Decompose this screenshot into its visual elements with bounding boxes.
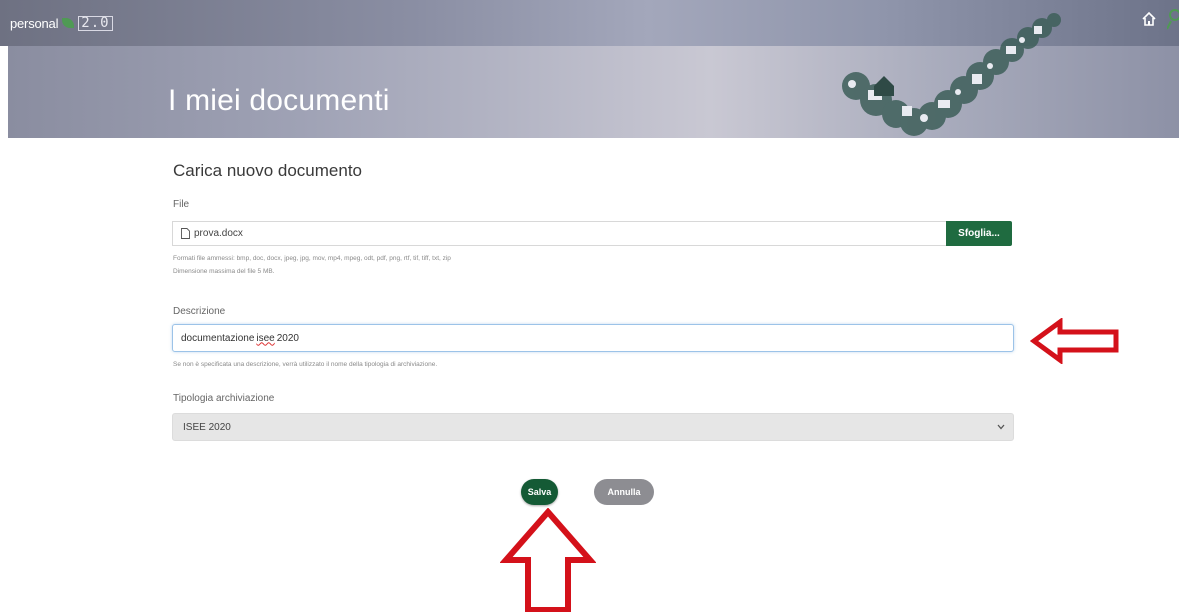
annotation-arrow-up-icon (500, 508, 596, 612)
browse-button[interactable]: Sfoglia... (946, 221, 1012, 246)
file-input[interactable]: prova.docx (172, 221, 946, 246)
save-button[interactable]: Salva (521, 479, 558, 505)
archive-type-select[interactable]: ISEE 2020 (172, 413, 1014, 441)
annotation-arrow-left-icon (1030, 318, 1119, 364)
description-misspelled-word: isee (256, 332, 275, 344)
description-input[interactable]: documentazione isee 2020 (172, 324, 1014, 352)
checkmark-collage-illustration (842, 13, 1061, 136)
file-size-help: Dimensione massima del file 5 MB. (173, 268, 275, 275)
brand-logo[interactable]: personal 2.0 (10, 14, 113, 32)
brand-version: 2.0 (78, 15, 113, 31)
form-title: Carica nuovo documento (173, 161, 363, 180)
file-label: File (173, 199, 190, 210)
file-name: prova.docx (194, 228, 243, 239)
leaf-icon (62, 18, 75, 28)
cancel-button[interactable]: Annulla (594, 479, 654, 505)
description-text-end: 2020 (276, 332, 299, 344)
page-title: I miei documenti (168, 84, 390, 117)
archive-type-selected: ISEE 2020 (183, 421, 231, 433)
chevron-down-icon (997, 424, 1005, 430)
description-help: Se non è specificata una descrizione, ve… (173, 361, 438, 368)
page-hero: I miei documenti (8, 13, 1179, 138)
description-text-start: documentazione (181, 332, 255, 344)
brand-name: personal (10, 15, 59, 31)
file-formats-help: Formati file ammessi: bmp, doc, docx, jp… (173, 255, 451, 262)
user-icon[interactable] (1167, 9, 1179, 31)
document-icon (181, 228, 190, 239)
home-icon[interactable] (1141, 11, 1157, 27)
archive-type-label: Tipologia archiviazione (173, 393, 275, 404)
description-label: Descrizione (173, 306, 226, 317)
